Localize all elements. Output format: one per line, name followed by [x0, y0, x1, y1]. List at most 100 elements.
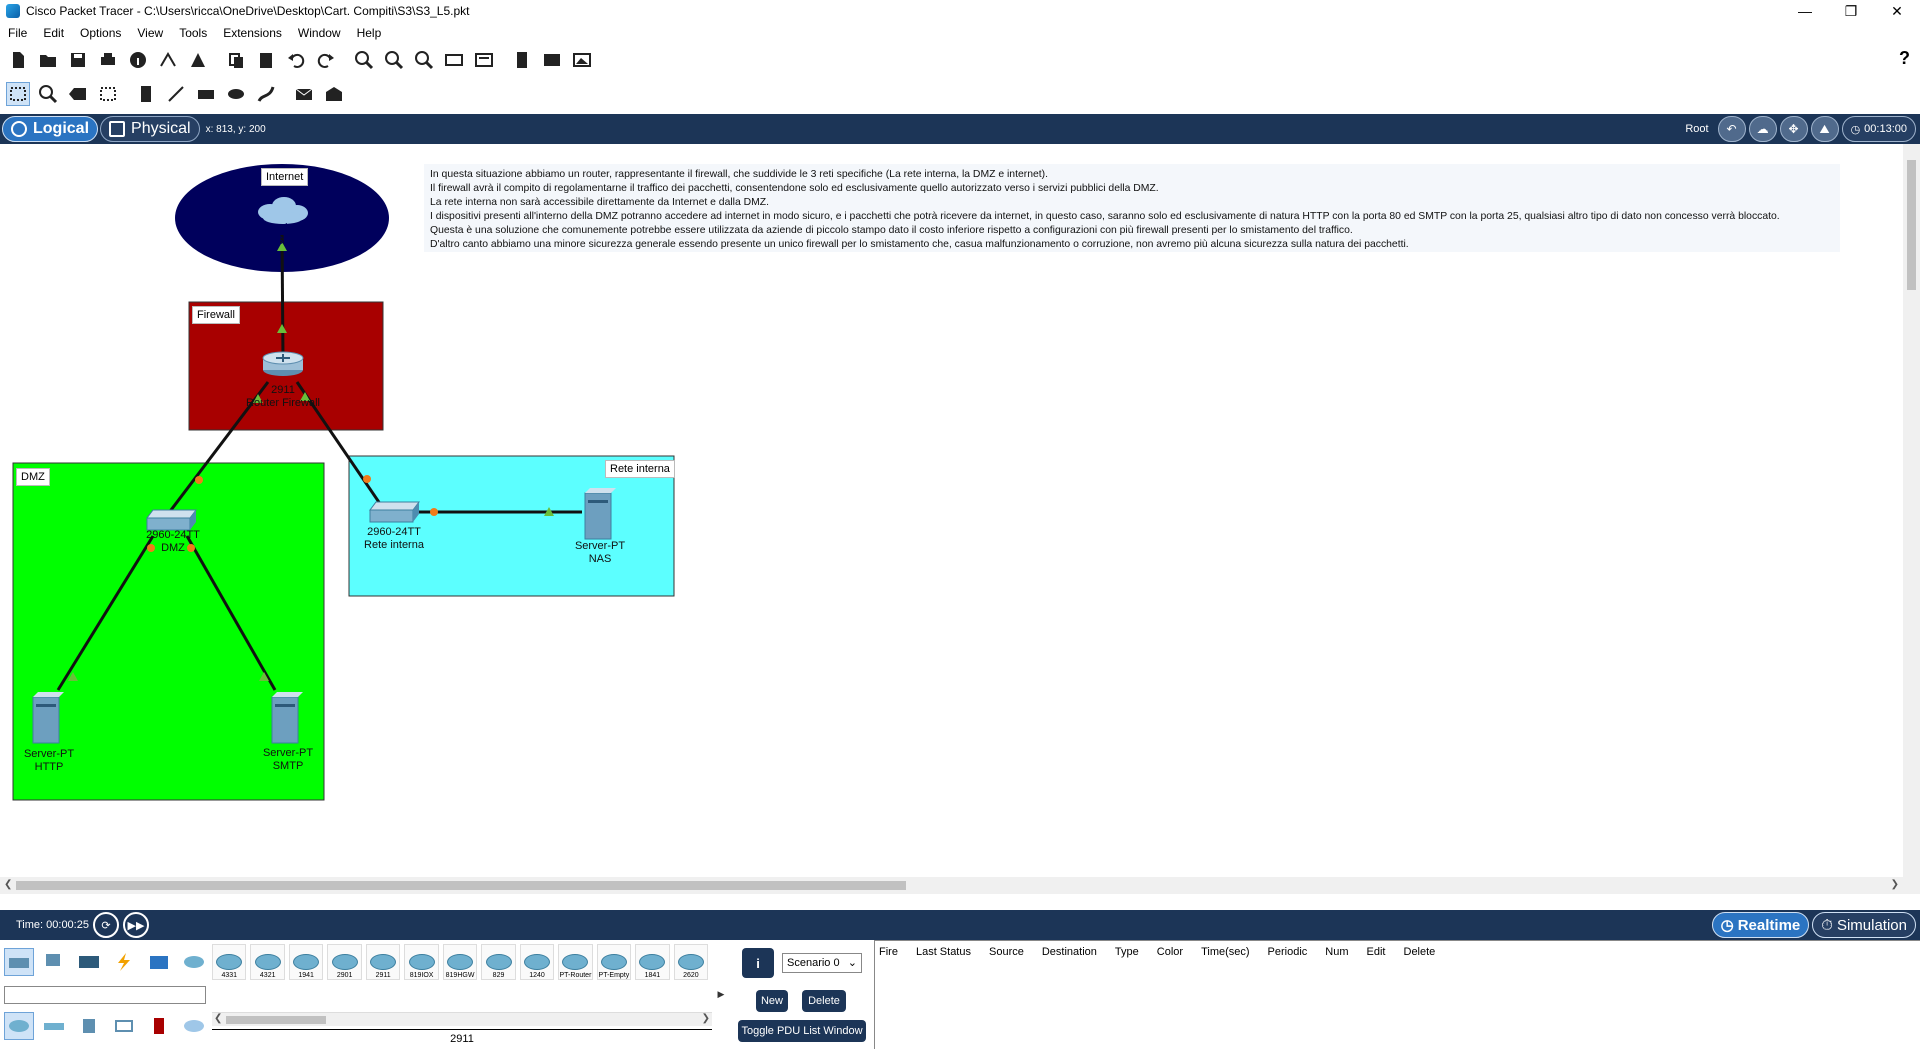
close-button[interactable]: ✕ [1874, 0, 1920, 22]
restore-button[interactable]: ❐ [1828, 0, 1874, 22]
network-devices-category-icon[interactable] [4, 948, 34, 976]
drawing-palette-icon[interactable] [442, 48, 466, 72]
logical-workspace[interactable]: Internet Firewall DMZ Rete interna Cloud… [0, 144, 1920, 894]
power-cycle-icon[interactable]: ⟳ [92, 912, 119, 938]
smtp-server-icon[interactable] [271, 692, 303, 744]
viewport-clock[interactable]: ◷ 00:13:00 [1841, 116, 1916, 142]
miscellaneous-category-icon[interactable] [144, 948, 174, 976]
link-cloud-router[interactable] [280, 234, 285, 360]
inspect-tool-icon[interactable] [36, 82, 60, 106]
scroll-right-icon[interactable]: ❯ [702, 1013, 710, 1024]
end-devices-category-icon[interactable] [39, 948, 69, 976]
info-icon[interactable] [126, 48, 150, 72]
router-model-item[interactable]: 819HGW [442, 944, 478, 980]
toggle-pdu-list-button[interactable]: Toggle PDU List Window [738, 1020, 866, 1042]
scroll-left-icon[interactable]: ❮ [214, 1013, 222, 1024]
column-header[interactable]: Delete [1404, 946, 1436, 958]
workspace-vertical-scrollbar[interactable] [1903, 144, 1920, 894]
column-header[interactable]: Fire [879, 946, 898, 958]
router-model-item[interactable]: PT-Empty [596, 944, 632, 980]
new-scenario-button[interactable]: New [756, 990, 788, 1012]
select-tool-icon[interactable] [6, 82, 30, 106]
network-wizard-icon[interactable] [156, 48, 180, 72]
column-header[interactable]: Source [989, 946, 1024, 958]
scrollbar-thumb[interactable] [16, 881, 906, 890]
paste-icon[interactable] [254, 48, 278, 72]
resize-shape-icon[interactable] [96, 82, 120, 106]
column-header[interactable]: Color [1157, 946, 1183, 958]
open-folder-icon[interactable] [36, 48, 60, 72]
delete-scenario-button[interactable]: Delete [802, 990, 846, 1012]
add-complex-pdu-icon[interactable] [322, 82, 346, 106]
undo-icon[interactable] [284, 48, 308, 72]
router-model-item[interactable]: 2901 [327, 944, 362, 980]
column-header[interactable]: Type [1115, 946, 1139, 958]
move-object-icon[interactable]: ✥ [1779, 116, 1808, 142]
router-model-item[interactable]: 1941 [288, 944, 324, 980]
nas-server-icon[interactable] [584, 488, 616, 540]
scrollbar-thumb[interactable] [226, 1016, 326, 1024]
routers-subcategory-icon[interactable] [4, 1012, 34, 1040]
dmz-switch-icon[interactable] [146, 509, 197, 531]
router-model-item[interactable]: 1841 [635, 944, 670, 980]
collapse-panel-icon[interactable]: ▶ [716, 940, 726, 1049]
simulation-mode-button[interactable]: ⏱ Simulation [1812, 912, 1916, 938]
router-model-item[interactable]: 2911 [365, 944, 401, 980]
fast-forward-icon[interactable]: ▶▶ [122, 912, 149, 938]
router-icon[interactable] [262, 351, 304, 376]
menu-file[interactable]: File [0, 26, 35, 40]
scroll-right-icon[interactable]: ❯ [1891, 879, 1899, 890]
save-icon[interactable] [66, 48, 90, 72]
help-button[interactable]: ? [1899, 48, 1910, 69]
freeform-icon[interactable] [254, 82, 278, 106]
zoom-in-icon[interactable] [352, 48, 376, 72]
draw-line-icon[interactable] [164, 82, 188, 106]
http-server-icon[interactable] [32, 692, 64, 744]
column-header[interactable]: Last Status [916, 946, 971, 958]
menu-help[interactable]: Help [349, 26, 390, 40]
router-model-item[interactable]: 4331 [212, 944, 247, 980]
column-header[interactable]: Destination [1042, 946, 1097, 958]
column-header[interactable]: Num [1325, 946, 1348, 958]
column-header[interactable]: Periodic [1268, 946, 1308, 958]
router-model-item[interactable]: 1240 [519, 944, 555, 980]
internal-switch-icon[interactable] [369, 501, 420, 523]
print-icon[interactable] [96, 48, 120, 72]
zoom-out-icon[interactable] [412, 48, 436, 72]
device-search-input[interactable] [4, 986, 206, 1004]
router-model-item[interactable]: 829 [481, 944, 516, 980]
back-icon[interactable]: ↶ [1717, 116, 1746, 142]
router-model-item[interactable]: 4321 [250, 944, 285, 980]
components-category-icon[interactable] [74, 948, 104, 976]
menu-tools[interactable]: Tools [171, 26, 215, 40]
pdu-list-icon[interactable] [510, 48, 534, 72]
menu-view[interactable]: View [129, 26, 171, 40]
menu-window[interactable]: Window [290, 26, 349, 40]
minimize-button[interactable]: — [1782, 0, 1828, 22]
topology-canvas[interactable] [0, 144, 1902, 892]
new-file-icon[interactable] [6, 48, 30, 72]
copy-icon[interactable] [224, 48, 248, 72]
router-model-item[interactable]: PT-Router [558, 944, 593, 980]
workspace-horizontal-scrollbar[interactable]: ❮ ❯ [0, 877, 1903, 894]
activity-wizard-icon[interactable] [186, 48, 210, 72]
add-simple-pdu-icon[interactable] [292, 82, 316, 106]
hubs-subcategory-icon[interactable] [74, 1012, 104, 1040]
wireless-subcategory-icon[interactable] [109, 1012, 139, 1040]
set-background-icon[interactable]: ⛰ [1810, 116, 1839, 142]
redo-icon[interactable] [314, 48, 338, 72]
logical-tab[interactable]: Logical [2, 116, 99, 142]
draw-rectangle-icon[interactable] [194, 82, 218, 106]
wan-emulation-subcategory-icon[interactable] [179, 1012, 209, 1040]
menu-edit[interactable]: Edit [35, 26, 72, 40]
draw-ellipse-icon[interactable] [224, 82, 248, 106]
multiuser-category-icon[interactable] [179, 948, 209, 976]
scrollbar-thumb[interactable] [1907, 160, 1916, 290]
delete-tool-icon[interactable] [66, 82, 90, 106]
column-header[interactable]: Time(sec) [1201, 946, 1249, 958]
security-subcategory-icon[interactable] [144, 1012, 174, 1040]
scenario-select[interactable]: Scenario 0 ⌄ [782, 953, 862, 973]
switches-subcategory-icon[interactable] [39, 1012, 69, 1040]
custom-devices-icon[interactable] [472, 48, 496, 72]
workspace-note[interactable]: In questa situazione abbiamo un router, … [424, 164, 1840, 252]
